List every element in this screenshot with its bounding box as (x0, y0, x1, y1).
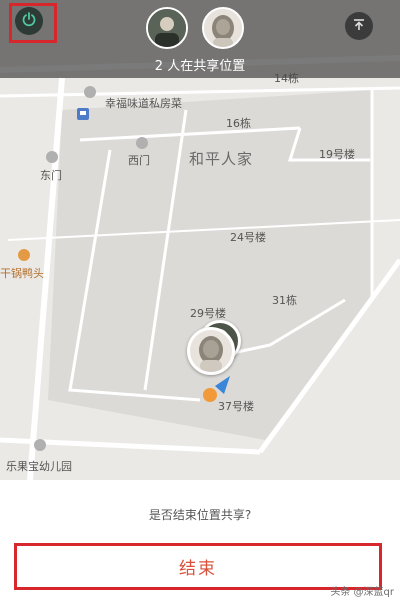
watermark: 头条 @深蓝qr (330, 587, 394, 598)
map-label-building-16: 16栋 (226, 117, 251, 130)
map-label-restaurant: 幸福味道私房菜 (105, 97, 182, 110)
map-label-restaurant2: 干锅鸭头 (0, 267, 44, 280)
avatar-user-1[interactable] (146, 7, 188, 49)
share-count-text: 2 人在共享位置 (154, 59, 246, 74)
map-label-community: 和平人家 (189, 150, 254, 168)
map-label-east-gate: 东门 (40, 169, 62, 182)
map-label-kindergarten: 乐果宝幼儿园 (6, 460, 72, 473)
power-icon (21, 11, 37, 31)
power-button[interactable] (15, 7, 43, 35)
upload-top-icon (352, 17, 366, 36)
map-label-building-37: 37号楼 (218, 400, 254, 413)
end-share-question: 是否结束位置共享? (148, 508, 252, 522)
collapse-button[interactable] (345, 12, 373, 40)
user-marker-2[interactable] (187, 327, 235, 375)
end-share-dialog: 是否结束位置共享? 结束 头条 @深蓝qr (0, 480, 400, 600)
map-label-west-gate: 西门 (128, 154, 150, 167)
end-button[interactable]: 结束 (14, 543, 382, 590)
map-label-building-31: 31栋 (272, 294, 297, 307)
location-dot (203, 388, 217, 402)
top-bar: 2 人在共享位置 (0, 0, 400, 78)
map-label-building-24: 24号楼 (230, 231, 266, 244)
map-label-building-19: 19号楼 (319, 148, 355, 161)
map-label-building-29: 29号楼 (190, 307, 226, 320)
avatar-user-2[interactable] (202, 7, 244, 49)
